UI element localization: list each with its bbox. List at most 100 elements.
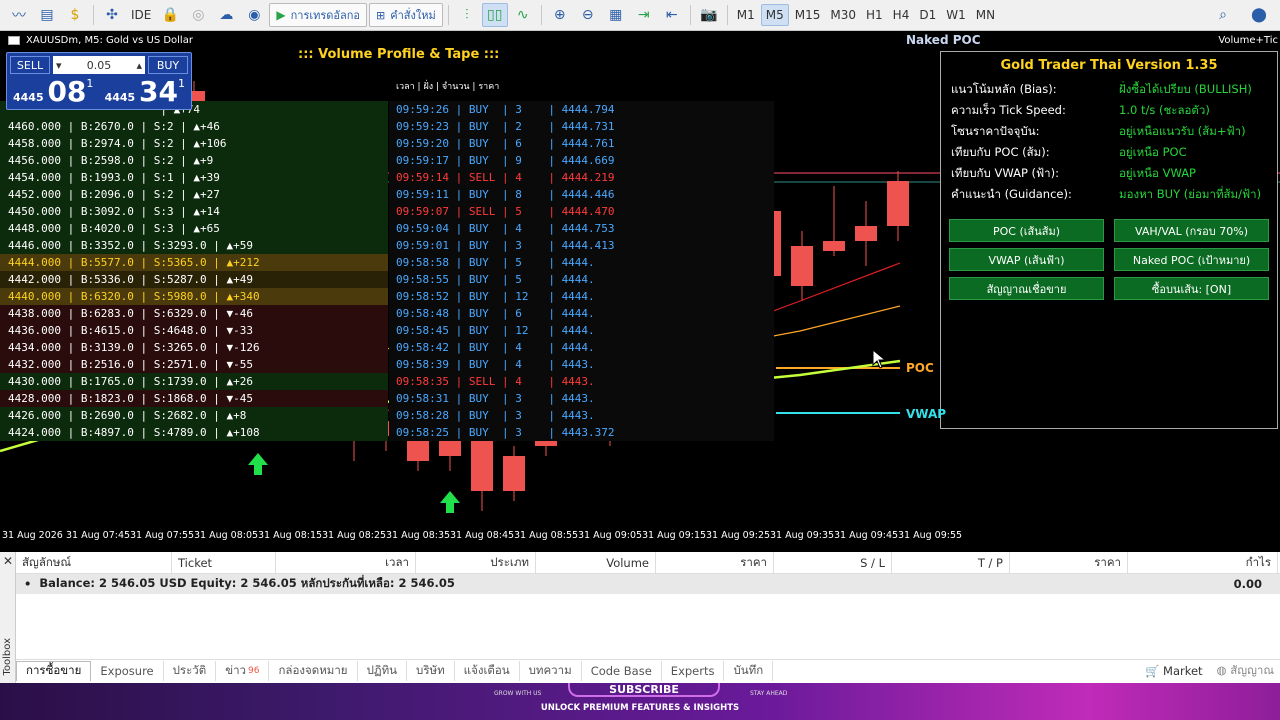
toolbox-tab-label: การซื้อขาย (26, 663, 82, 677)
crosshair-icon[interactable]: ✣ (99, 3, 125, 27)
signals-tab[interactable]: ◍ สัญญาณ (1217, 662, 1274, 680)
dollar-icon[interactable]: $ (62, 3, 88, 27)
account-icon[interactable]: ⬤ (1246, 3, 1272, 27)
timeframe-mn[interactable]: MN (972, 4, 999, 26)
lot-up-icon[interactable]: ▴ (136, 59, 142, 72)
gold-panel-key: แนวโน้มหลัก (Bias): (951, 81, 1057, 96)
column-header[interactable]: Ticket (172, 551, 276, 574)
buy-on-line-toggle-button[interactable]: ซื้อบนเส้น: [ON] (1114, 277, 1269, 300)
toolbox-tab[interactable]: บริษัท (407, 660, 455, 681)
globe-icon[interactable]: ◉ (241, 3, 267, 27)
search-icon[interactable]: ⌕ (1210, 3, 1236, 27)
toolbox-tab[interactable]: บทความ (520, 660, 582, 681)
timeframe-h4[interactable]: H4 (889, 4, 914, 26)
balance-row[interactable]: • Balance: 2 546.05 USD Equity: 2 546.05… (16, 574, 1280, 594)
lot-down-icon[interactable]: ▾ (56, 59, 62, 72)
timeframe-d1[interactable]: D1 (915, 4, 940, 26)
volume-profile-row: 4446.000 | B:3352.0 | S:3293.0 | ▲+59 (0, 237, 388, 254)
time-axis-label: 31 Aug 08:55 (514, 530, 579, 541)
profit-value: 0.00 (1233, 577, 1262, 591)
column-header[interactable]: กำไร (1128, 551, 1278, 574)
column-header[interactable]: ประเภท (416, 551, 536, 574)
ide-button[interactable]: IDE (127, 3, 155, 27)
chart-type-icon[interactable]: 〰 (6, 3, 32, 27)
subscribe-badge[interactable]: SUBSCRIBE (568, 683, 720, 697)
time-axis-label: 31 Aug 09:45 (834, 530, 899, 541)
timeframe-w1[interactable]: W1 (942, 4, 970, 26)
naked-poc-toggle-button[interactable]: Naked POC (เป้าหมาย) (1114, 248, 1269, 271)
toolbox-tab[interactable]: แจ้งเตือน (455, 660, 520, 681)
toolbox-tab[interactable]: บันทึก (724, 660, 774, 681)
zoom-out-icon[interactable]: ⊖ (575, 3, 601, 27)
templates-icon[interactable]: ▤ (34, 3, 60, 27)
candlestick-icon[interactable]: ▯▯ (481, 3, 508, 27)
gold-panel-row: แนวโน้มหลัก (Bias): ฝั่งซื้อได้เปรียบ (BU… (941, 79, 1277, 100)
close-icon[interactable]: ✕ (3, 554, 13, 568)
sell-button[interactable]: SELL (10, 56, 50, 74)
vwap-toggle-button[interactable]: VWAP (เส้นฟ้า) (949, 248, 1104, 271)
lot-size-input[interactable]: ▾ 0.05 ▴ (53, 56, 145, 74)
toolbox-tab[interactable]: Experts (662, 660, 725, 681)
buy-button[interactable]: BUY (148, 56, 188, 74)
screenshot-icon[interactable]: 📷 (696, 3, 722, 27)
timeframe-h1[interactable]: H1 (862, 4, 887, 26)
column-header[interactable]: Volume (536, 551, 656, 574)
volume-profile-row: 4454.000 | B:1993.0 | S:1 | ▲+39 (0, 169, 388, 186)
timeframe-m5[interactable]: M5 (760, 4, 789, 26)
signal-toggle-button[interactable]: สัญญาณเชื่อขาย (949, 277, 1104, 300)
tape-row: 09:59:26 | BUY | 3 | 4444.794 (396, 103, 615, 116)
column-header[interactable]: ราคา (1010, 551, 1128, 574)
new-order-button[interactable]: ⊞ คำสั่งใหม่ (369, 3, 443, 27)
ask-price[interactable]: 4445 341 (105, 77, 185, 107)
toolbox-tab-label: บริษัท (416, 662, 445, 677)
tape-row: 09:59:01 | BUY | 3 | 4444.413 (396, 239, 615, 252)
toolbox-tab[interactable]: ประวัติ (164, 660, 217, 681)
column-header[interactable]: T / P (892, 551, 1010, 574)
lock-icon[interactable]: 🔒 (157, 3, 183, 27)
toolbox-tab[interactable]: กล่องจดหมาย (269, 660, 358, 681)
play-icon: ▶ (276, 8, 286, 22)
ask-sup: 1 (178, 77, 185, 90)
column-header[interactable]: ราคา (656, 551, 774, 574)
toolbox-tab[interactable]: ปฏิทิน (358, 660, 408, 681)
column-header[interactable]: เวลา (276, 551, 416, 574)
toolbox-tab[interactable]: Exposure (91, 660, 164, 681)
timeframe-m15[interactable]: M15 (791, 4, 825, 26)
gold-panel-value: 1.0 t/s (ชะลอตัว) (1119, 102, 1210, 117)
volume-profile-row: 4440.000 | B:6320.0 | S:5980.0 | ▲+340 (0, 288, 388, 305)
toolbox-tab[interactable]: การซื้อขาย (16, 660, 92, 681)
line-chart-icon[interactable]: ∿ (510, 3, 536, 27)
gold-panel-key: เทียบกับ POC (ส้ม): (951, 144, 1050, 159)
volume-profile-row: 4430.000 | B:1765.0 | S:1739.0 | ▲+26 (0, 373, 388, 390)
autoscroll-icon[interactable]: ⇥ (631, 3, 657, 27)
bid-main: 08 (47, 75, 87, 108)
volume-profile-row: 4442.000 | B:5336.0 | S:5287.0 | ▲+49 (0, 271, 388, 288)
toolbox-tab[interactable]: Code Base (582, 660, 662, 681)
chart-shift-icon[interactable]: ⇤ (659, 3, 685, 27)
poc-toggle-button[interactable]: POC (เส้นส้ม) (949, 219, 1104, 242)
timeframe-m30[interactable]: M30 (826, 4, 860, 26)
market-tab[interactable]: 🛒 Market (1145, 664, 1203, 678)
toolbox-tab[interactable]: ข่าว 96 (216, 660, 270, 681)
algo-trading-button[interactable]: ▶ การเทรดอัลกอ (269, 3, 368, 27)
unlock-text: UNLOCK PREMIUM FEATURES & INSIGHTS (540, 703, 740, 713)
main-toolbar: 〰 ▤ $ ✣ IDE 🔒 ◎ ☁ ◉ ▶ การเทรดอัลกอ ⊞ คำสั่… (0, 0, 1280, 31)
signal-icon[interactable]: ◎ (185, 3, 211, 27)
naked-poc-label: Naked POC (906, 33, 981, 47)
column-header[interactable]: S / L (774, 551, 892, 574)
time-axis-label: 31 Aug 07:45 (66, 530, 131, 541)
column-header[interactable]: สัญลักษณ์ (16, 551, 172, 574)
separator (540, 5, 542, 25)
bid-price[interactable]: 4445 081 (13, 77, 93, 107)
candle-body (503, 456, 525, 491)
candle-body (791, 246, 813, 286)
grid-icon[interactable]: ▦ (603, 3, 629, 27)
bar-chart-icon[interactable]: ⫶ (454, 3, 480, 27)
volume-profile-row: 4424.000 | B:4897.0 | S:4789.0 | ▲+108 (0, 424, 388, 441)
chart-area[interactable]: XAUUSDm, M5: Gold vs US Dollar Volume+Ti… (0, 31, 1280, 545)
zoom-in-icon[interactable]: ⊕ (547, 3, 573, 27)
cloud-icon[interactable]: ☁ (213, 3, 239, 27)
timeframe-m1[interactable]: M1 (733, 4, 759, 26)
vah-val-toggle-button[interactable]: VAH/VAL (กรอบ 70%) (1114, 219, 1269, 242)
toolbox-tab-label: บทความ (528, 662, 572, 677)
